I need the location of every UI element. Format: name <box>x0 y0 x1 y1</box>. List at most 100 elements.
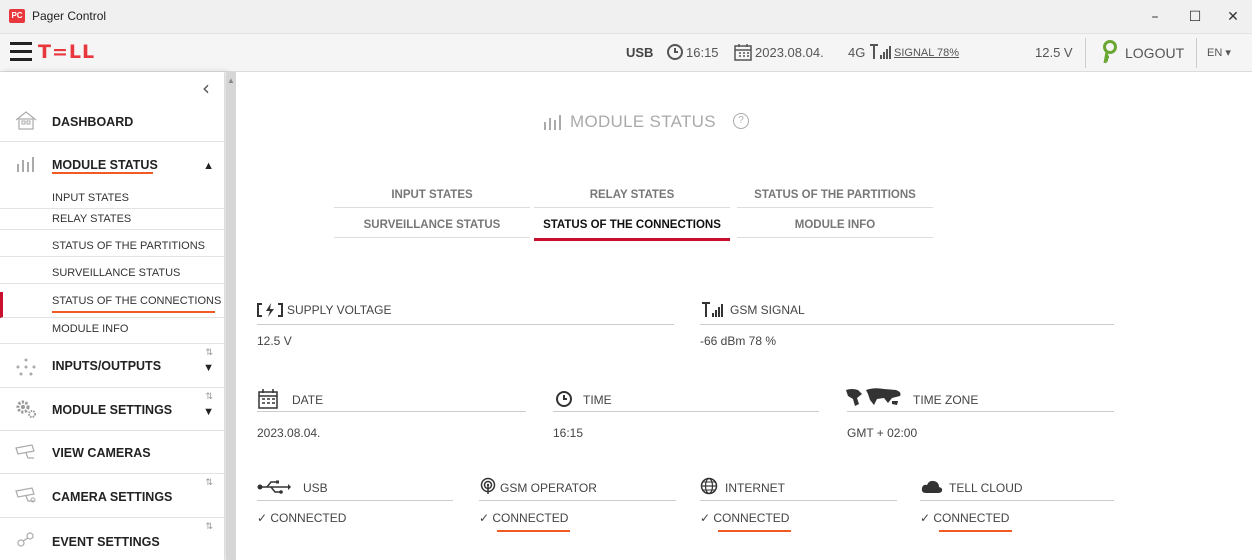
bar-chart-icon <box>544 115 561 130</box>
submenu-relay-states[interactable]: RELAY STATES <box>0 210 224 230</box>
window-title: Pager Control <box>32 9 107 23</box>
close-button[interactable]: ✕ <box>1218 6 1248 28</box>
highlight-underline <box>52 172 153 174</box>
sort-icon: ⇅ <box>205 347 213 357</box>
field-divider <box>700 324 1114 325</box>
minimize-button[interactable]: – <box>1140 6 1170 28</box>
globe-icon <box>700 477 718 495</box>
tab-module-info[interactable]: MODULE INFO <box>737 212 933 238</box>
date-label: DATE <box>292 393 324 407</box>
sort-icon: ⇅ <box>205 521 213 531</box>
scroll-up-icon[interactable]: ▲ <box>226 76 236 85</box>
help-icon[interactable]: ? <box>733 113 749 129</box>
app-header: T=LL USB 16:15 2023.08.04. 4G SIGNAL 78%… <box>0 34 1252 72</box>
gsm-operator-status: ✓ CONNECTED <box>479 511 569 525</box>
clock-icon <box>667 44 683 60</box>
submenu-label: STATUS OF THE CONNECTIONS <box>52 295 222 307</box>
submenu-partitions-status[interactable]: STATUS OF THE PARTITIONS <box>0 237 224 257</box>
time-zone-value: GMT + 02:00 <box>847 426 918 440</box>
sort-icon: ⇅ <box>205 391 213 401</box>
page-title: MODULE STATUS <box>570 112 716 131</box>
submenu-label: RELAY STATES <box>52 213 132 225</box>
tab-relay-states[interactable]: RELAY STATES <box>534 182 730 208</box>
tab-partitions-status[interactable]: STATUS OF THE PARTITIONS <box>737 182 933 208</box>
date-value: 2023.08.04. <box>257 426 321 440</box>
tell-cloud-status: ✓ CONNECTED <box>920 511 1010 525</box>
tab-input-states[interactable]: INPUT STATES <box>334 182 530 208</box>
sidebar-item-label: DASHBOARD <box>52 115 134 129</box>
submenu-connections-status[interactable]: STATUS OF THE CONNECTIONS <box>0 292 224 318</box>
broadcast-tower-icon <box>480 477 496 494</box>
key-icon[interactable] <box>1099 39 1121 65</box>
submenu-input-states[interactable]: INPUT STATES <box>0 189 224 209</box>
sidebar-item-label: VIEW CAMERAS <box>52 446 151 460</box>
sidebar-item-label: MODULE SETTINGS <box>52 403 173 417</box>
header-date: 2023.08.04. <box>755 45 824 60</box>
gears-icon <box>16 400 36 418</box>
sort-icon: ⇅ <box>205 477 213 487</box>
time-value: 16:15 <box>553 426 584 440</box>
field-divider <box>257 411 526 412</box>
hamburger-menu-icon[interactable] <box>10 42 32 62</box>
tell-cloud-label: TELL CLOUD <box>949 481 1023 495</box>
sidebar-item-label: INPUTS/OUTPUTS <box>52 359 162 373</box>
tab-connections-status[interactable]: STATUS OF THE CONNECTIONS <box>534 212 730 241</box>
submenu-label: INPUT STATES <box>52 192 130 204</box>
bar-chart-icon <box>17 157 34 172</box>
submenu-surveillance-status[interactable]: SURVEILLANCE STATUS <box>0 264 224 284</box>
field-divider <box>257 324 674 325</box>
field-divider <box>257 500 453 501</box>
sidebar-scrollbar[interactable] <box>226 72 236 560</box>
field-divider <box>920 500 1114 501</box>
sidebar-item-module-status[interactable]: MODULE STATUS ▲ <box>0 142 224 182</box>
submenu-module-info[interactable]: MODULE INFO <box>0 320 224 344</box>
time-zone-label: TIME ZONE <box>913 393 979 407</box>
tell-logo: T=LL <box>38 41 96 63</box>
highlight-underline <box>497 530 570 532</box>
home-icon <box>15 111 37 130</box>
submenu-label: MODULE INFO <box>52 323 129 335</box>
gsm-operator-label: GSM OPERATOR <box>500 481 597 495</box>
highlight-underline <box>52 311 215 313</box>
camera-settings-icon <box>15 487 36 503</box>
field-divider <box>847 411 1114 412</box>
clock-icon <box>556 391 572 407</box>
calendar-icon <box>258 389 278 409</box>
sidebar-item-dashboard[interactable]: DASHBOARD <box>0 99 224 142</box>
chevron-up-icon: ▲ <box>203 160 214 172</box>
supply-voltage-label: SUPPLY VOLTAGE <box>287 303 392 317</box>
network-nodes-icon <box>16 358 36 376</box>
cloud-icon <box>921 480 943 493</box>
collapse-sidebar-icon[interactable]: ‹ <box>202 76 210 100</box>
header-voltage: 12.5 V <box>1035 45 1073 60</box>
camera-icon <box>15 444 35 459</box>
usb-status: ✓ CONNECTED <box>257 511 347 525</box>
main-content: MODULE STATUS ? INPUT STATES RELAY STATE… <box>237 72 1252 560</box>
link-icon <box>17 532 34 547</box>
usb-icon <box>257 480 291 494</box>
network-type: 4G <box>848 45 866 60</box>
logout-button[interactable]: LOGOUT <box>1125 45 1184 61</box>
tab-surveillance-status[interactable]: SURVEILLANCE STATUS <box>334 212 530 238</box>
highlight-underline <box>939 530 1012 532</box>
title-bar: PC Pager Control – ☐ ✕ <box>0 0 1252 34</box>
gsm-signal-value: -66 dBm 78 % <box>700 334 777 348</box>
submenu-label: STATUS OF THE PARTITIONS <box>52 240 205 252</box>
sidebar-item-inputs-outputs[interactable]: INPUTS/OUTPUTS ⇅ ▼ <box>0 344 224 388</box>
header-divider <box>1196 38 1197 68</box>
gsm-signal-icon <box>702 302 723 317</box>
sidebar-item-view-cameras[interactable]: VIEW CAMERAS <box>0 431 224 474</box>
maximize-button[interactable]: ☐ <box>1180 6 1210 28</box>
internet-label: INTERNET <box>725 481 785 495</box>
language-select[interactable]: EN ▾ <box>1207 46 1231 59</box>
sidebar-item-event-settings[interactable]: EVENT SETTINGS ⇅ <box>0 518 224 560</box>
sidebar-item-camera-settings[interactable]: CAMERA SETTINGS ⇅ <box>0 474 224 518</box>
sidebar-item-label: MODULE STATUS <box>52 158 158 172</box>
highlight-underline <box>718 530 791 532</box>
power-supply-icon <box>257 303 283 317</box>
chevron-down-icon: ▼ <box>203 362 214 374</box>
supply-voltage-value: 12.5 V <box>257 334 292 348</box>
gsm-signal-label: GSM SIGNAL <box>730 303 805 317</box>
header-time: 16:15 <box>686 45 719 60</box>
sidebar-item-module-settings[interactable]: MODULE SETTINGS ⇅ ▼ <box>0 388 224 431</box>
